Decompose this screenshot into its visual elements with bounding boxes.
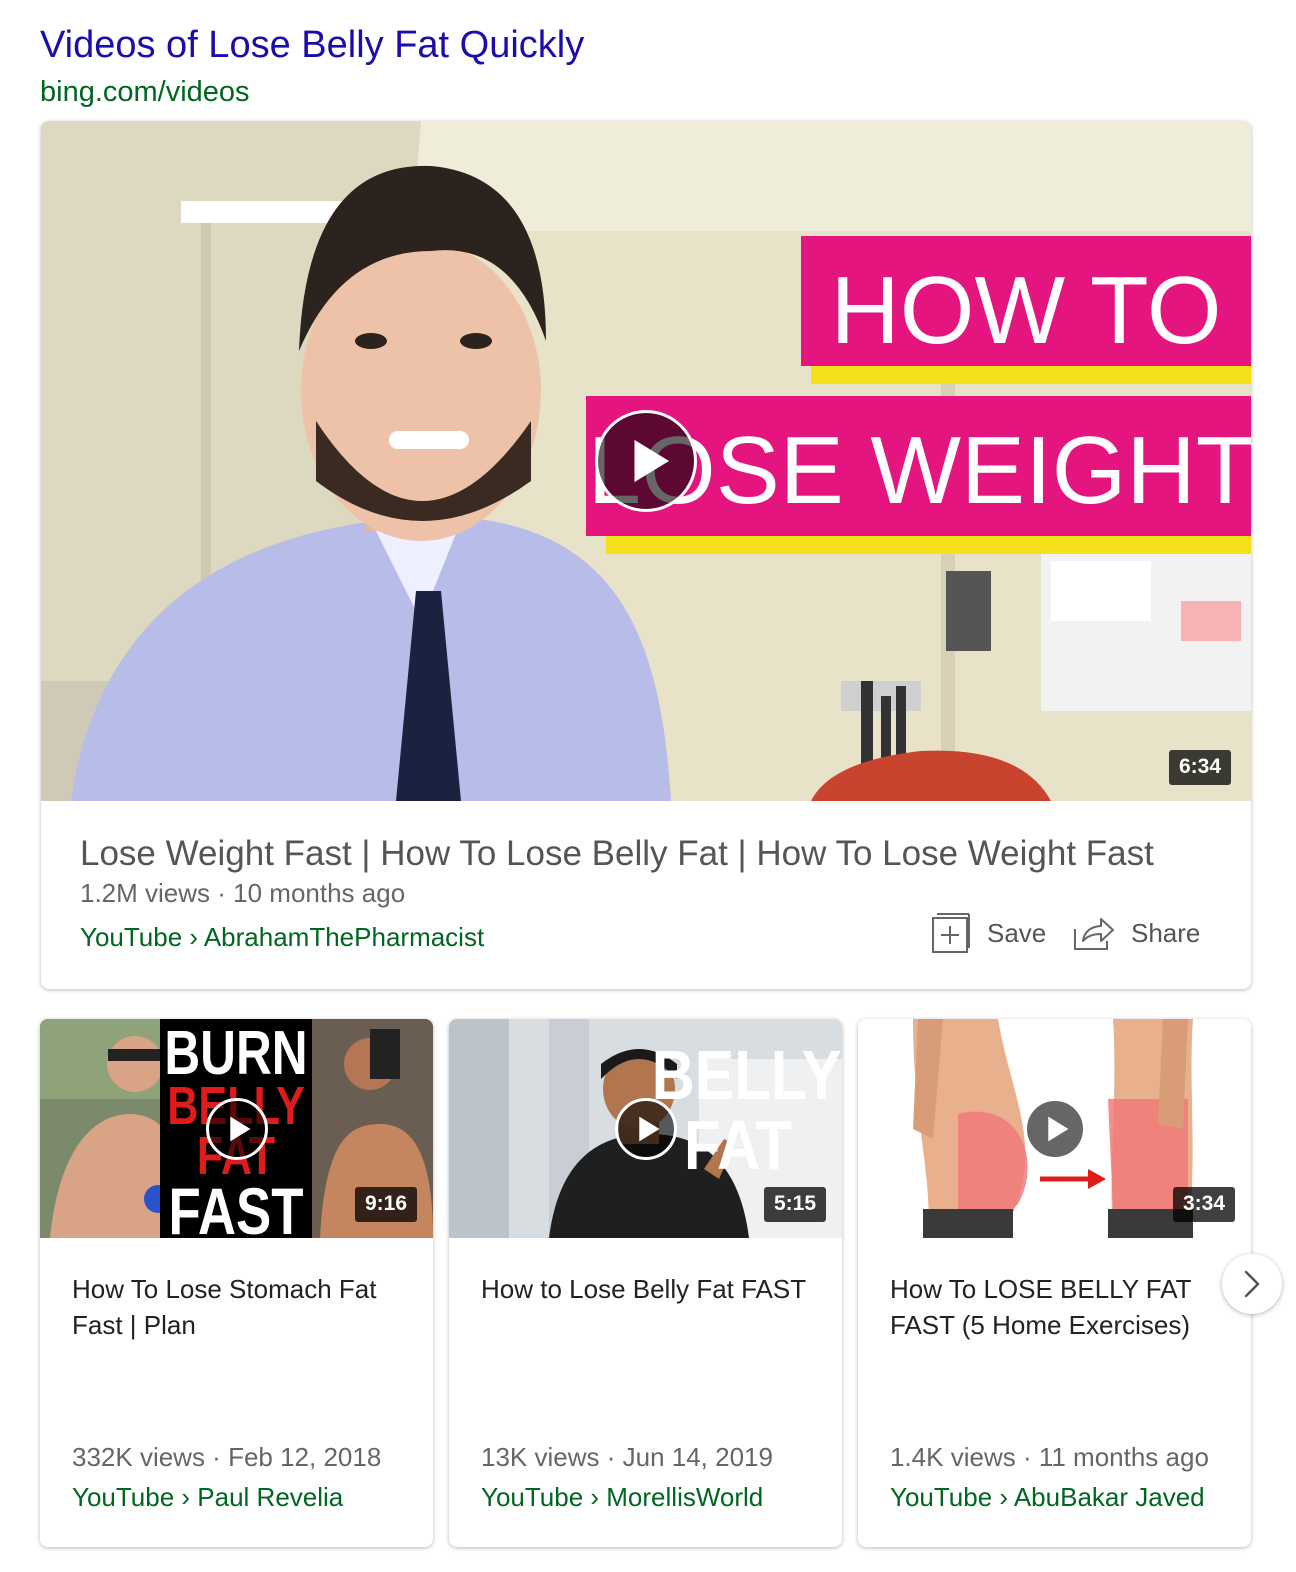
video-title[interactable]: How To Lose Stomach Fat Fast | Plan <box>72 1271 407 1343</box>
video-source[interactable]: YouTube › MorellisWorld <box>481 1482 763 1513</box>
video-card[interactable]: 3:34 How To LOSE BELLY FAT FAST (5 Home … <box>858 1019 1251 1547</box>
share-button[interactable]: Share <box>1073 911 1200 955</box>
video-thumbnail[interactable]: BELLY FAT 5:15 <box>449 1019 842 1238</box>
thumbnail-text-how-to: HOW TO <box>830 257 1221 364</box>
carousel-next-button[interactable] <box>1222 1254 1282 1314</box>
featured-video-title[interactable]: Lose Weight Fast | How To Lose Belly Fat… <box>80 834 1154 874</box>
duration-badge: 9:16 <box>354 1187 417 1222</box>
video-meta: 332K views · Feb 12, 2018 <box>72 1442 382 1472</box>
results-source-url: bing.com/videos <box>40 76 250 108</box>
video-source[interactable]: YouTube › AbuBakar Javed <box>890 1482 1205 1513</box>
featured-video-thumbnail[interactable]: HOW TO LOSE WEIGHT 6:34 <box>41 121 1251 801</box>
play-icon[interactable] <box>206 1098 268 1160</box>
video-meta: 1.4K views · 11 months ago <box>890 1442 1209 1472</box>
thumbnail-text-belly: BELLY <box>652 1035 842 1114</box>
duration-badge: 5:15 <box>763 1187 826 1222</box>
video-card[interactable]: BURN BELLY FAT FAST 9:16 How To Lose Sto… <box>40 1019 433 1547</box>
thumbnail-text-fat: FAT <box>684 1105 792 1184</box>
add-to-collection-icon <box>932 913 970 953</box>
duration-badge: 3:34 <box>1172 1187 1235 1222</box>
video-source[interactable]: YouTube › Paul Revelia <box>72 1482 343 1513</box>
video-thumbnail[interactable]: BURN BELLY FAT FAST 9:16 <box>40 1019 433 1238</box>
video-thumbnail[interactable]: 3:34 <box>858 1019 1251 1238</box>
video-card[interactable]: BELLY FAT 5:15 How to Lose Belly Fat FAS… <box>449 1019 842 1547</box>
thumbnail-text-fast: FAST <box>169 1174 304 1238</box>
play-icon[interactable] <box>615 1098 677 1160</box>
chevron-right-icon <box>1244 1270 1260 1298</box>
duration-badge: 6:34 <box>1168 750 1231 785</box>
save-label: Save <box>987 917 1047 948</box>
play-icon[interactable] <box>1024 1098 1086 1160</box>
share-label: Share <box>1131 917 1201 948</box>
share-icon <box>1074 918 1114 950</box>
play-icon[interactable] <box>595 410 697 512</box>
results-heading-link[interactable]: Videos of Lose Belly Fat Quickly <box>40 24 584 67</box>
video-meta: 13K views · Jun 14, 2019 <box>481 1442 773 1472</box>
featured-video-meta: 1.2M views · 10 months ago <box>80 878 406 908</box>
featured-video-source[interactable]: YouTube › AbrahamThePharmacist <box>80 922 484 953</box>
video-title[interactable]: How To LOSE BELLY FAT FAST (5 Home Exerc… <box>890 1271 1225 1343</box>
featured-video-card[interactable]: HOW TO LOSE WEIGHT 6:34 Lose Weight Fast… <box>41 121 1251 989</box>
video-title[interactable]: How to Lose Belly Fat FAST <box>481 1271 816 1307</box>
save-button[interactable]: Save <box>931 911 1046 955</box>
